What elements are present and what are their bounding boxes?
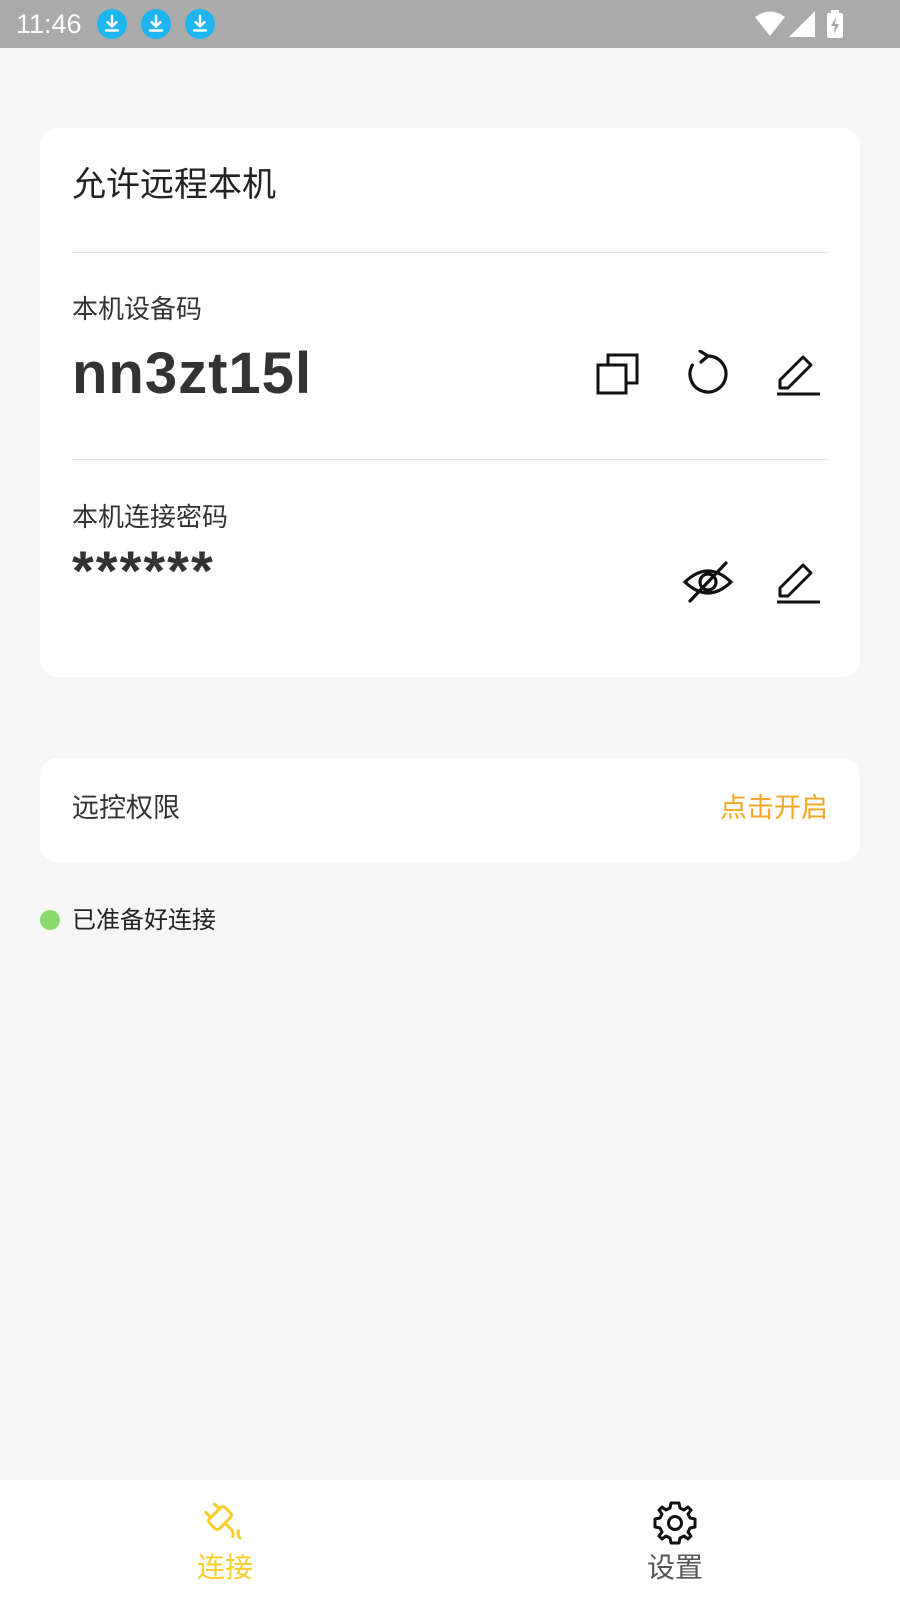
download-icon xyxy=(97,9,127,39)
status-time: 11:46 xyxy=(16,9,82,39)
status-bar: 11:46 xyxy=(0,0,900,48)
connection-status-text: 已准备好连接 xyxy=(72,906,216,934)
battery-charging-icon xyxy=(827,10,843,38)
refresh-button[interactable] xyxy=(678,344,738,404)
connection-status: 已准备好连接 xyxy=(40,900,216,940)
device-code-value: nn3zt15l xyxy=(72,341,313,406)
nav-label: 连接 xyxy=(196,1551,253,1584)
nav-label: 设置 xyxy=(646,1551,703,1584)
bottom-nav: 连接 设置 xyxy=(0,1480,900,1600)
permission-label: 远控权限 xyxy=(72,793,180,824)
signal-icon xyxy=(789,11,815,37)
edit-password-button[interactable] xyxy=(768,552,828,612)
remote-access-card: 允许远程本机 本机设备码 nn3zt15l 本机连接密码 ****** xyxy=(40,128,860,677)
nav-tab-settings[interactable]: 设置 xyxy=(450,1480,900,1600)
password-label: 本机连接密码 xyxy=(72,503,229,533)
divider xyxy=(72,252,828,253)
status-dot-icon xyxy=(40,910,60,930)
download-icon xyxy=(141,9,171,39)
remote-permission-card[interactable]: 远控权限 点击开启 xyxy=(40,758,860,862)
eye-off-icon xyxy=(682,561,734,603)
divider xyxy=(72,459,828,460)
copy-button[interactable] xyxy=(588,344,648,404)
toggle-password-visibility-button[interactable] xyxy=(678,552,738,612)
wifi-icon xyxy=(755,11,785,36)
edit-device-code-button[interactable] xyxy=(768,344,828,404)
plug-icon xyxy=(204,1502,242,1540)
copy-icon xyxy=(596,353,639,395)
enable-permission-link[interactable]: 点击开启 xyxy=(720,789,828,829)
device-code-label: 本机设备码 xyxy=(72,295,203,325)
card-title: 允许远程本机 xyxy=(72,165,276,205)
password-value: ****** xyxy=(72,539,215,602)
nav-tab-connect[interactable]: 连接 xyxy=(0,1480,450,1600)
gear-icon xyxy=(653,1501,697,1545)
edit-icon xyxy=(777,355,820,396)
download-icon xyxy=(185,9,215,39)
refresh-icon xyxy=(688,350,728,394)
edit-icon xyxy=(777,563,820,604)
